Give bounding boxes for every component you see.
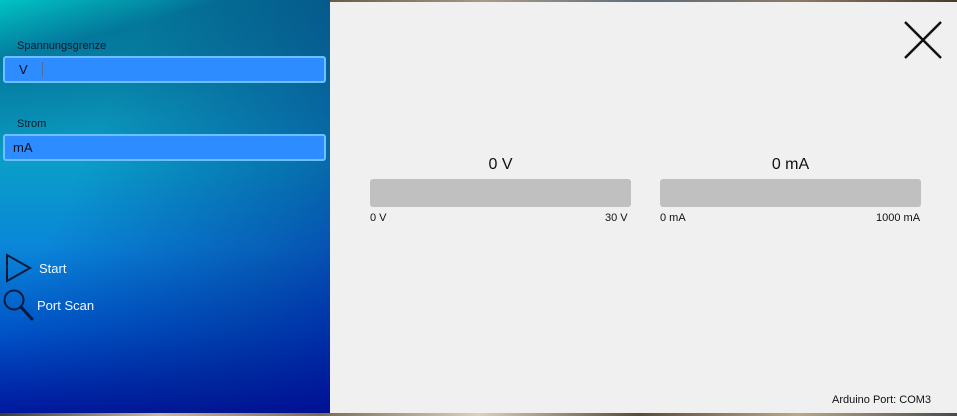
magnifier-icon (2, 288, 34, 322)
sidebar: Spannungsgrenze V Strom mA Start Port Sc… (0, 0, 330, 413)
voltage-max-label: 30 V (605, 212, 628, 224)
port-scan-label: Port Scan (37, 297, 95, 313)
start-label: Start (39, 260, 67, 276)
voltage-limit-label: Spannungsgrenze (17, 40, 107, 52)
voltage-limit-input[interactable]: V (3, 56, 326, 83)
voltage-gauge (370, 179, 631, 207)
current-gauge (660, 179, 921, 207)
current-max-label: 1000 mA (876, 212, 921, 224)
arduino-port-status: Arduino Port: COM3 (832, 394, 932, 406)
play-icon (4, 252, 33, 284)
close-button[interactable] (903, 20, 943, 60)
main-panel: 0 V 0 V 30 V 0 mA 0 mA 1000 mA Arduino P… (330, 2, 957, 413)
start-button[interactable]: Start (4, 252, 66, 284)
voltage-limit-value: V (19, 62, 28, 77)
text-caret (41, 62, 43, 77)
current-input[interactable]: mA (3, 134, 326, 161)
voltage-readout: 0 V (488, 156, 513, 173)
voltage-min-label: 0 V (370, 212, 387, 224)
port-scan-button[interactable]: Port Scan (2, 288, 94, 322)
close-icon (904, 21, 942, 59)
current-value: mA (13, 140, 33, 155)
current-readout: 0 mA (771, 156, 810, 173)
current-min-label: 0 mA (660, 212, 686, 224)
app-window: Spannungsgrenze V Strom mA Start Port Sc… (0, 0, 957, 416)
current-label: Strom (17, 118, 47, 130)
